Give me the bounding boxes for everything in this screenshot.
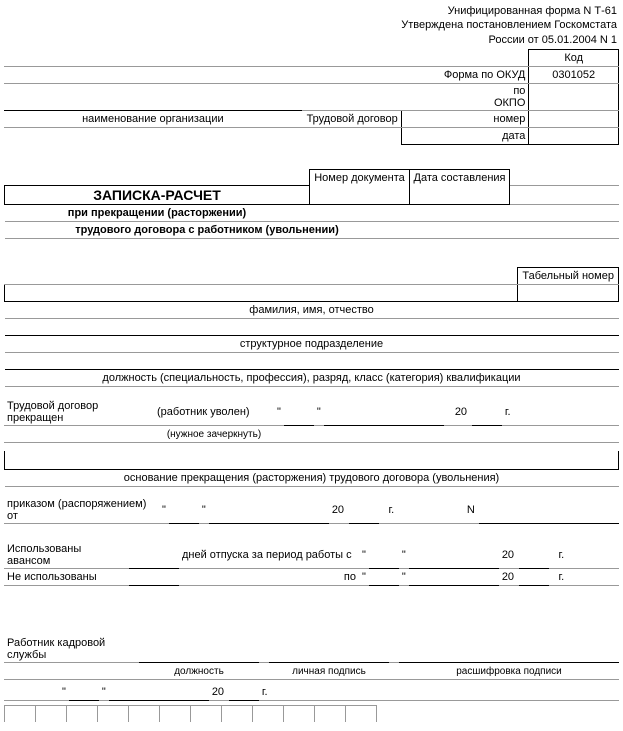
form-header: Унифицированная форма N Т-61 Утверждена … [4, 4, 619, 47]
prikaz-table: приказом (распоряжением) от " " 20 г. N [4, 497, 619, 524]
nomer-value[interactable] [529, 110, 619, 127]
okud-value: 0301052 [529, 66, 619, 83]
prikaz-month[interactable] [209, 497, 329, 524]
g4: г. [549, 569, 574, 586]
okpo-value[interactable] [529, 83, 619, 110]
header-line1: Унифицированная форма N Т-61 [448, 5, 617, 17]
avans-label: Использованы авансом [4, 542, 129, 569]
tabnum-label: Табельный номер [518, 268, 619, 285]
struct-label: структурное подразделение [5, 336, 619, 353]
osnov-label: основание прекращения (расторжения) труд… [5, 470, 619, 487]
org-label: наименование организации [4, 110, 302, 127]
v-year1[interactable] [519, 542, 549, 569]
vacation-table: Использованы авансом дней отпуска за пер… [4, 542, 619, 586]
header-line3: России от 05.01.2004 N 1 [488, 34, 617, 46]
v-year2[interactable] [519, 569, 549, 586]
okpo-label: по ОКПО [490, 83, 529, 110]
position-value[interactable] [5, 353, 619, 370]
signer-pos-value[interactable] [139, 636, 259, 663]
term-prefix: Трудовой договор прекращен [4, 399, 154, 426]
title-table: Номер документа Дата составления ЗАПИСКА… [4, 169, 619, 240]
signer-dec: расшифровка подписи [399, 663, 619, 680]
dnei-label: дней отпуска за период работы с [179, 542, 359, 569]
prikaz-label: приказом (распоряжением) от [4, 497, 159, 524]
struct-value[interactable] [5, 319, 619, 336]
v-day2[interactable] [369, 569, 399, 586]
po-label: по [179, 569, 359, 586]
N: N [464, 497, 479, 524]
term-day[interactable] [284, 399, 314, 426]
g3: г. [549, 542, 574, 569]
neisp-label: Не использованы [4, 569, 129, 586]
nuzh: (нужное зачеркнуть) [154, 426, 274, 443]
y20c: 20 [499, 542, 519, 569]
y20b: 20 [329, 497, 349, 524]
signer-dec-value[interactable] [399, 636, 619, 663]
y20e: 20 [209, 684, 229, 701]
codes-table: Код Форма по ОКУД 0301052 по ОКПО наимен… [4, 49, 619, 145]
neisp-days[interactable] [129, 569, 179, 586]
position-label: должность (специальность, профессия), ра… [5, 370, 619, 387]
prikaz-num[interactable] [479, 497, 619, 524]
okud-label: Форма по ОКУД [401, 66, 529, 83]
tabnum-value[interactable] [518, 285, 619, 302]
signer-pos: должность [139, 663, 259, 680]
nomer-label: номер [490, 110, 529, 127]
prikaz-year[interactable] [349, 497, 379, 524]
data-label: дата [490, 127, 529, 144]
sign-date-table: " " 20 г. [4, 684, 619, 701]
v-day1[interactable] [369, 542, 399, 569]
fio-label: фамилия, имя, отчество [5, 302, 619, 319]
y20d: 20 [499, 569, 519, 586]
sign-year[interactable] [229, 684, 259, 701]
v-month2[interactable] [409, 569, 499, 586]
signer-table: Работник кадровой службы должность лична… [4, 636, 619, 680]
term-uvolen: (работник уволен) [154, 399, 274, 426]
tabnum-table: Табельный номер фамилия, имя, отчество с… [4, 267, 619, 387]
fio-value[interactable] [5, 285, 518, 302]
g5: г. [259, 684, 289, 701]
y20: 20 [452, 399, 472, 426]
bottom-ticks [4, 705, 619, 722]
signer-label: Работник кадровой службы [4, 636, 139, 663]
signer-sig-value[interactable] [269, 636, 389, 663]
prikaz-day[interactable] [169, 497, 199, 524]
v-month1[interactable] [409, 542, 499, 569]
term-month[interactable] [324, 399, 444, 426]
sign-month[interactable] [109, 684, 209, 701]
g1: г. [502, 399, 532, 426]
td-label: Трудовой договор [302, 110, 402, 127]
date-doc-label: Дата составления [410, 169, 510, 186]
kod-label: Код [529, 49, 619, 66]
signer-sig: личная подпись [269, 663, 389, 680]
header-line2: Утверждена постановлением Госкомстата [401, 19, 617, 31]
data-value[interactable] [529, 127, 619, 144]
sub1: при прекращении (расторжении) [5, 205, 310, 222]
osnov-value[interactable] [5, 451, 619, 470]
osnov-table: основание прекращения (расторжения) труд… [4, 451, 619, 487]
num-doc-value[interactable] [310, 186, 410, 205]
doc-title: ЗАПИСКА-РАСЧЕТ [5, 186, 310, 205]
g2: г. [379, 497, 404, 524]
num-doc-label: Номер документа [310, 169, 410, 186]
avans-days[interactable] [129, 542, 179, 569]
sign-day[interactable] [69, 684, 99, 701]
sub2: трудового договора с работником (увольне… [5, 222, 410, 239]
date-doc-value[interactable] [410, 186, 510, 205]
termination-table: Трудовой договор прекращен (работник уво… [4, 399, 619, 443]
term-year[interactable] [472, 399, 502, 426]
